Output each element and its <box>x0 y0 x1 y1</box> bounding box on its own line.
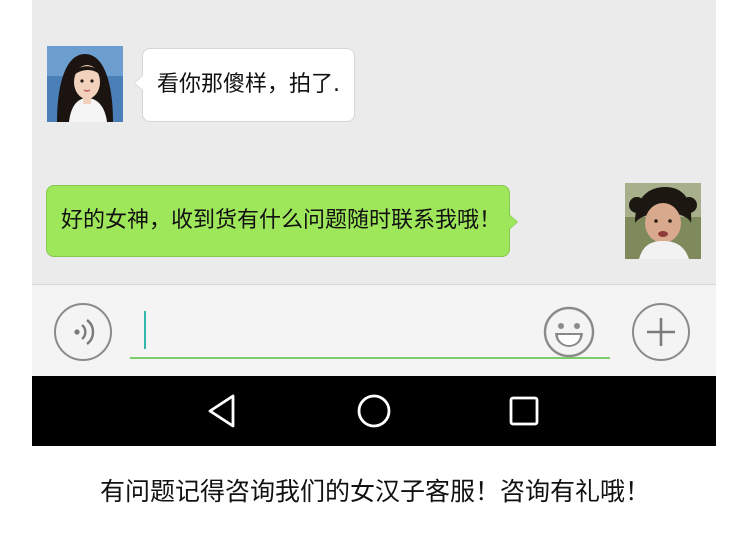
message-bubble-incoming[interactable]: 看你那傻样，拍了. <box>134 48 355 122</box>
home-circle-icon <box>357 394 391 428</box>
text-caret <box>144 311 146 349</box>
voice-button[interactable] <box>54 303 112 361</box>
system-navigation-bar <box>32 376 716 446</box>
message-text: 看你那傻样，拍了. <box>157 72 340 97</box>
chat-area[interactable]: 看你那傻样，拍了. 好的女神，收到货有什么问题随时联系我哦！ <box>32 0 716 284</box>
message-bubble-outgoing[interactable]: 好的女神，收到货有什么问题随时联系我哦！ <box>46 185 519 257</box>
caption-text: 有问题记得咨询我们的女汉子客服！咨询有礼哦！ <box>99 477 650 506</box>
voice-icon <box>74 319 95 345</box>
sender-avatar-left[interactable] <box>47 46 123 122</box>
sender-avatar-right[interactable] <box>625 183 701 259</box>
home-button[interactable] <box>354 391 394 431</box>
recents-square-icon <box>509 396 539 426</box>
page: 看你那傻样，拍了. 好的女神，收到货有什么问题随时联系我哦！ 有问题记得咨询我们… <box>0 0 750 539</box>
emoji-button[interactable] <box>540 303 598 361</box>
plus-icon <box>647 318 675 346</box>
message-text: 好的女神，收到货有什么问题随时联系我哦！ <box>61 208 502 233</box>
portrait-man-icon <box>625 183 701 259</box>
portrait-woman-icon <box>47 46 123 122</box>
recents-button[interactable] <box>504 391 544 431</box>
message-input[interactable] <box>130 305 610 359</box>
message-input-bar <box>32 284 716 377</box>
emoji-icon <box>543 306 595 358</box>
phone-screen: 看你那傻样，拍了. 好的女神，收到货有什么问题随时联系我哦！ <box>32 0 716 446</box>
back-button[interactable] <box>204 391 244 431</box>
add-button[interactable] <box>632 303 690 361</box>
back-triangle-icon <box>208 394 235 428</box>
